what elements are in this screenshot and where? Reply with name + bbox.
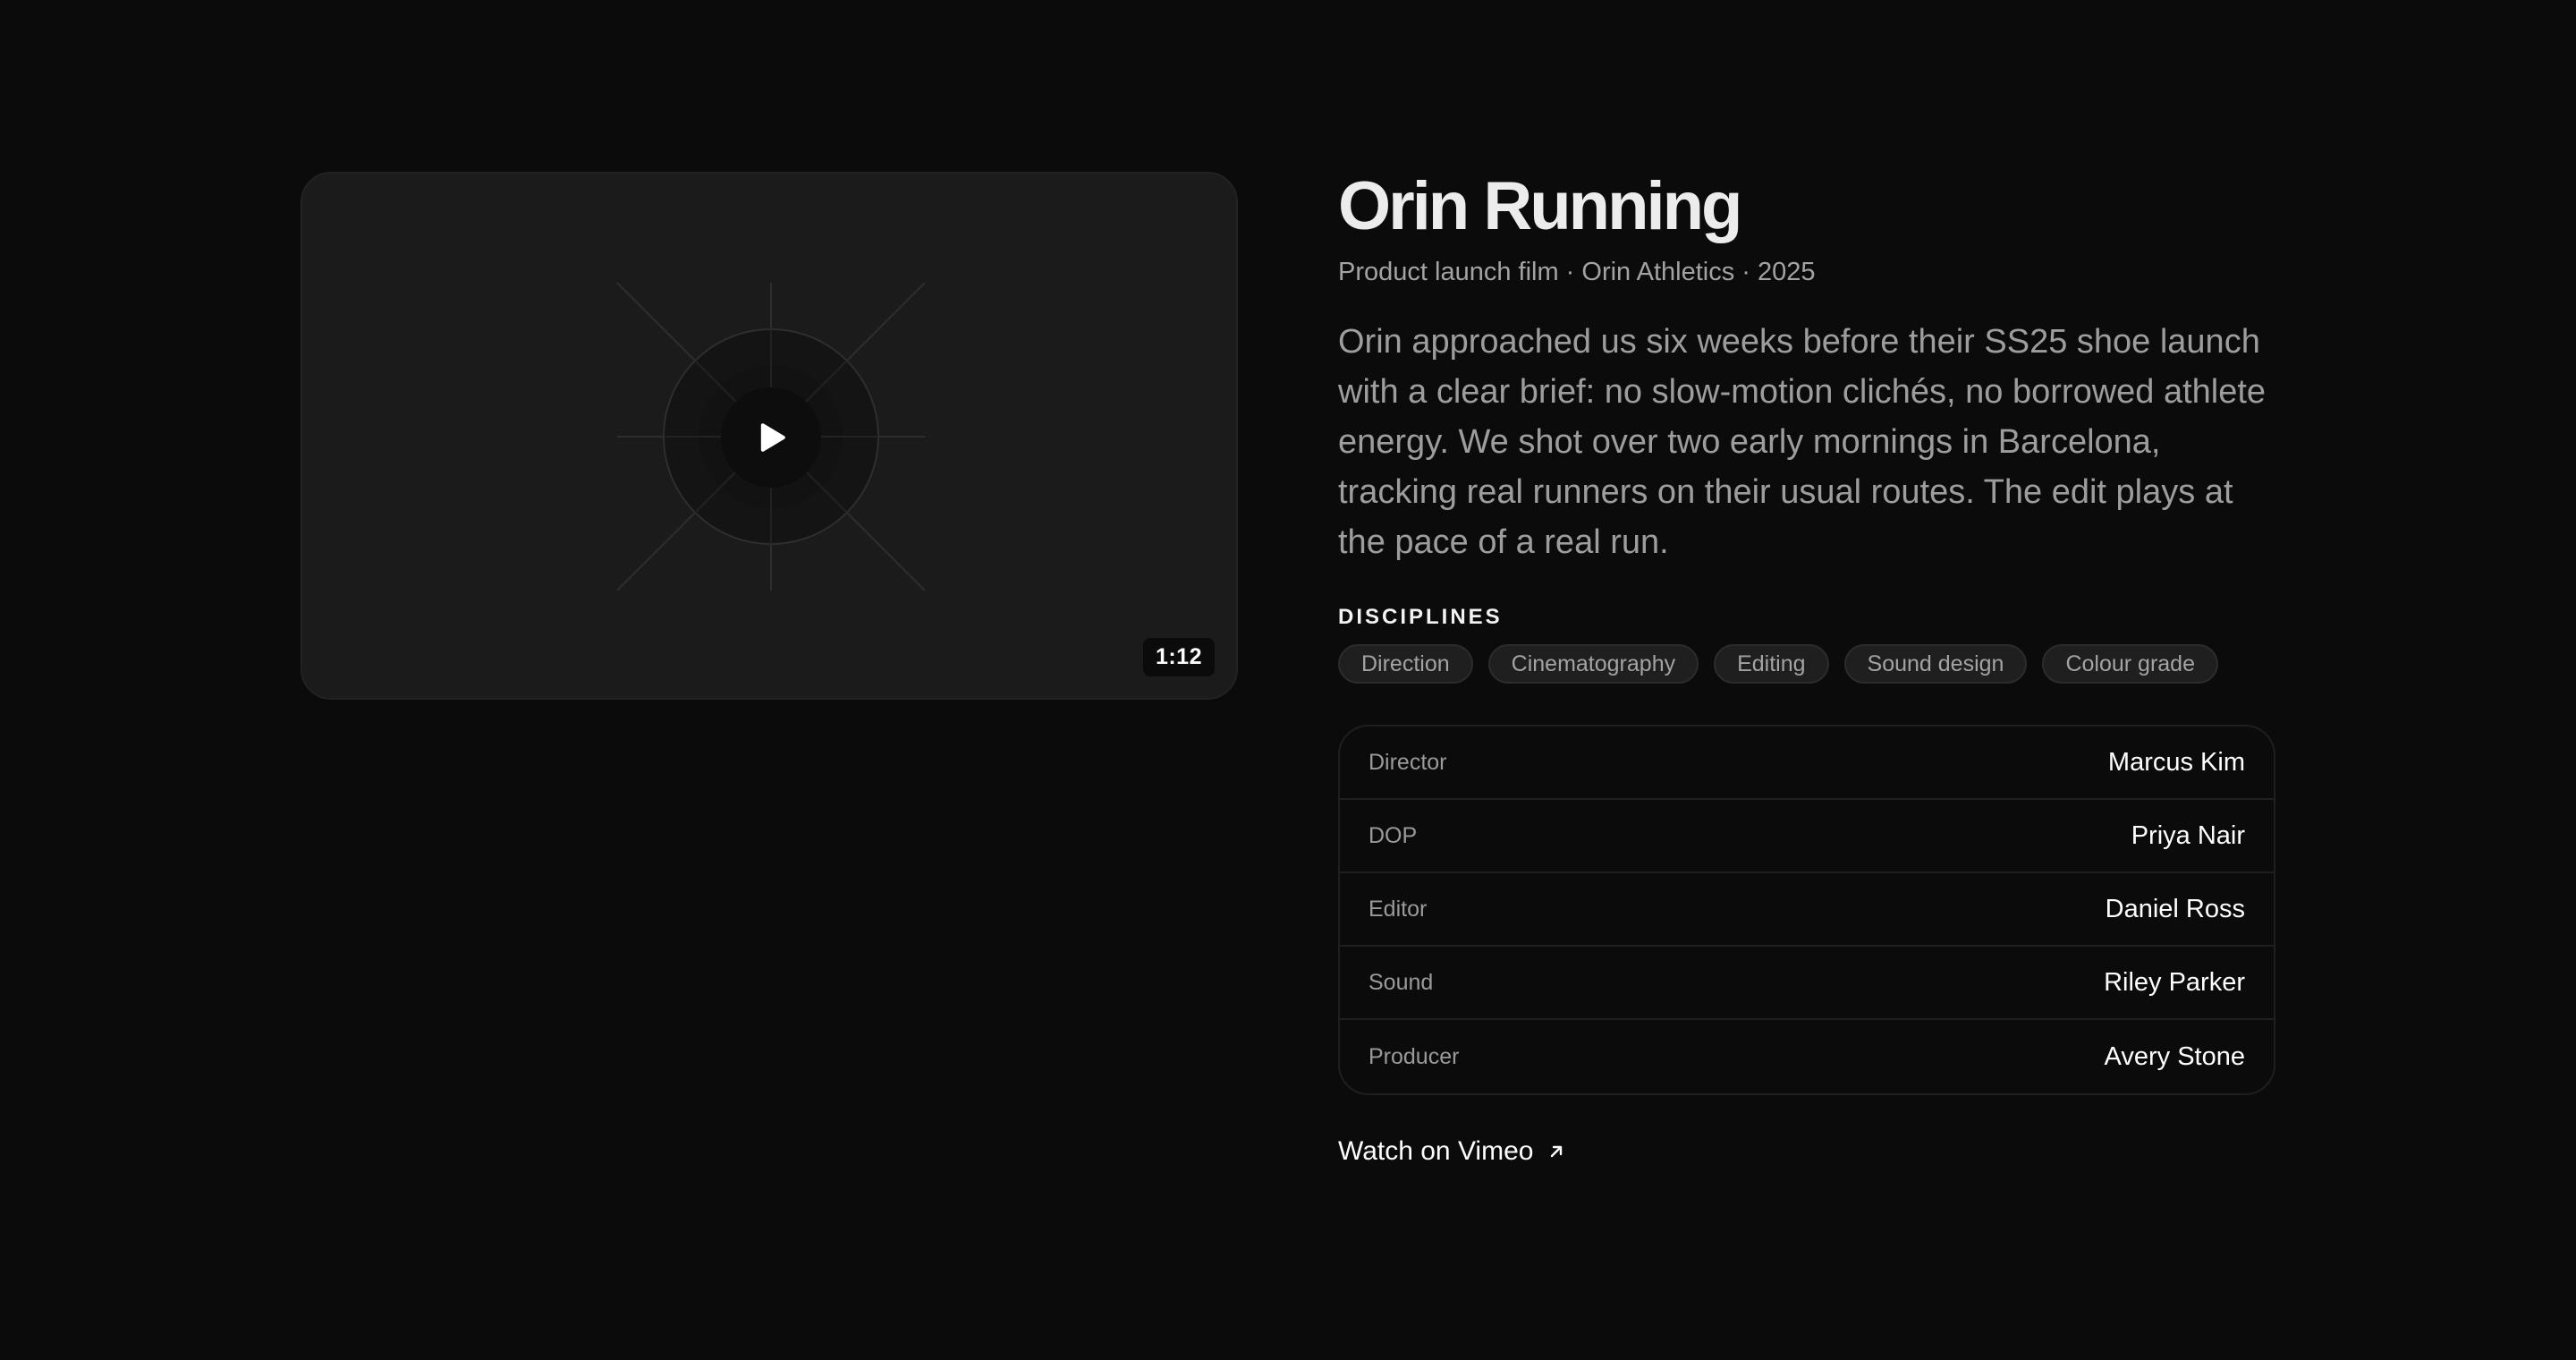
- credit-name: Avery Stone: [2104, 1041, 2245, 1071]
- discipline-chip: Sound design: [1843, 644, 2028, 684]
- credit-role: Editor: [1368, 896, 1428, 922]
- disciplines-list: Direction Cinematography Editing Sound d…: [1338, 644, 2275, 684]
- credit-role: Director: [1368, 749, 1447, 775]
- credit-name: Riley Parker: [2104, 967, 2245, 997]
- project-description: Orin approached us six weeks before thei…: [1338, 323, 2267, 561]
- discipline-chip: Direction: [1338, 644, 1473, 684]
- disciplines-heading: DISCIPLINES: [1338, 605, 1503, 629]
- play-button[interactable]: [721, 387, 821, 488]
- credit-role: Producer: [1368, 1043, 1460, 1069]
- discipline-chip: Colour grade: [2042, 644, 2218, 684]
- project-meta: Product launch film · Orin Athletics · 2…: [1338, 258, 1816, 286]
- video-duration-badge: 1:12: [1142, 638, 1215, 676]
- video-player[interactable]: 1:12: [301, 172, 1238, 700]
- credit-name: Daniel Ross: [2105, 894, 2245, 923]
- discipline-chip: Editing: [1714, 644, 1829, 684]
- project-page: 1:12 Orin Running Product launch film · …: [0, 0, 2576, 1360]
- credit-name: Marcus Kim: [2107, 747, 2245, 777]
- page-title: Orin Running: [1338, 168, 1742, 244]
- arrow-up-right-icon: [1551, 1145, 1563, 1158]
- credit-row-editor: Editor Daniel Ross: [1340, 873, 2274, 947]
- credit-role: DOP: [1368, 822, 1418, 848]
- credits-table: Director Marcus Kim DOP Priya Nair Edito…: [1338, 725, 2275, 1095]
- watch-link-label: Watch on Vimeo: [1338, 1136, 1534, 1166]
- credit-row-sound: Sound Riley Parker: [1340, 947, 2274, 1020]
- watch-on-vimeo-link[interactable]: Watch on Vimeo: [1338, 1136, 1565, 1167]
- credit-row-director: Director Marcus Kim: [1340, 727, 2274, 800]
- credit-row-producer: Producer Avery Stone: [1340, 1020, 2274, 1093]
- discipline-chip: Cinematography: [1487, 644, 1699, 684]
- project-info: Orin Running Product launch film · Orin …: [1338, 166, 2275, 1167]
- credit-name: Priya Nair: [2131, 820, 2245, 850]
- credit-row-dop: DOP Priya Nair: [1340, 800, 2274, 873]
- credit-role: Sound: [1368, 969, 1434, 995]
- play-icon: [760, 423, 785, 452]
